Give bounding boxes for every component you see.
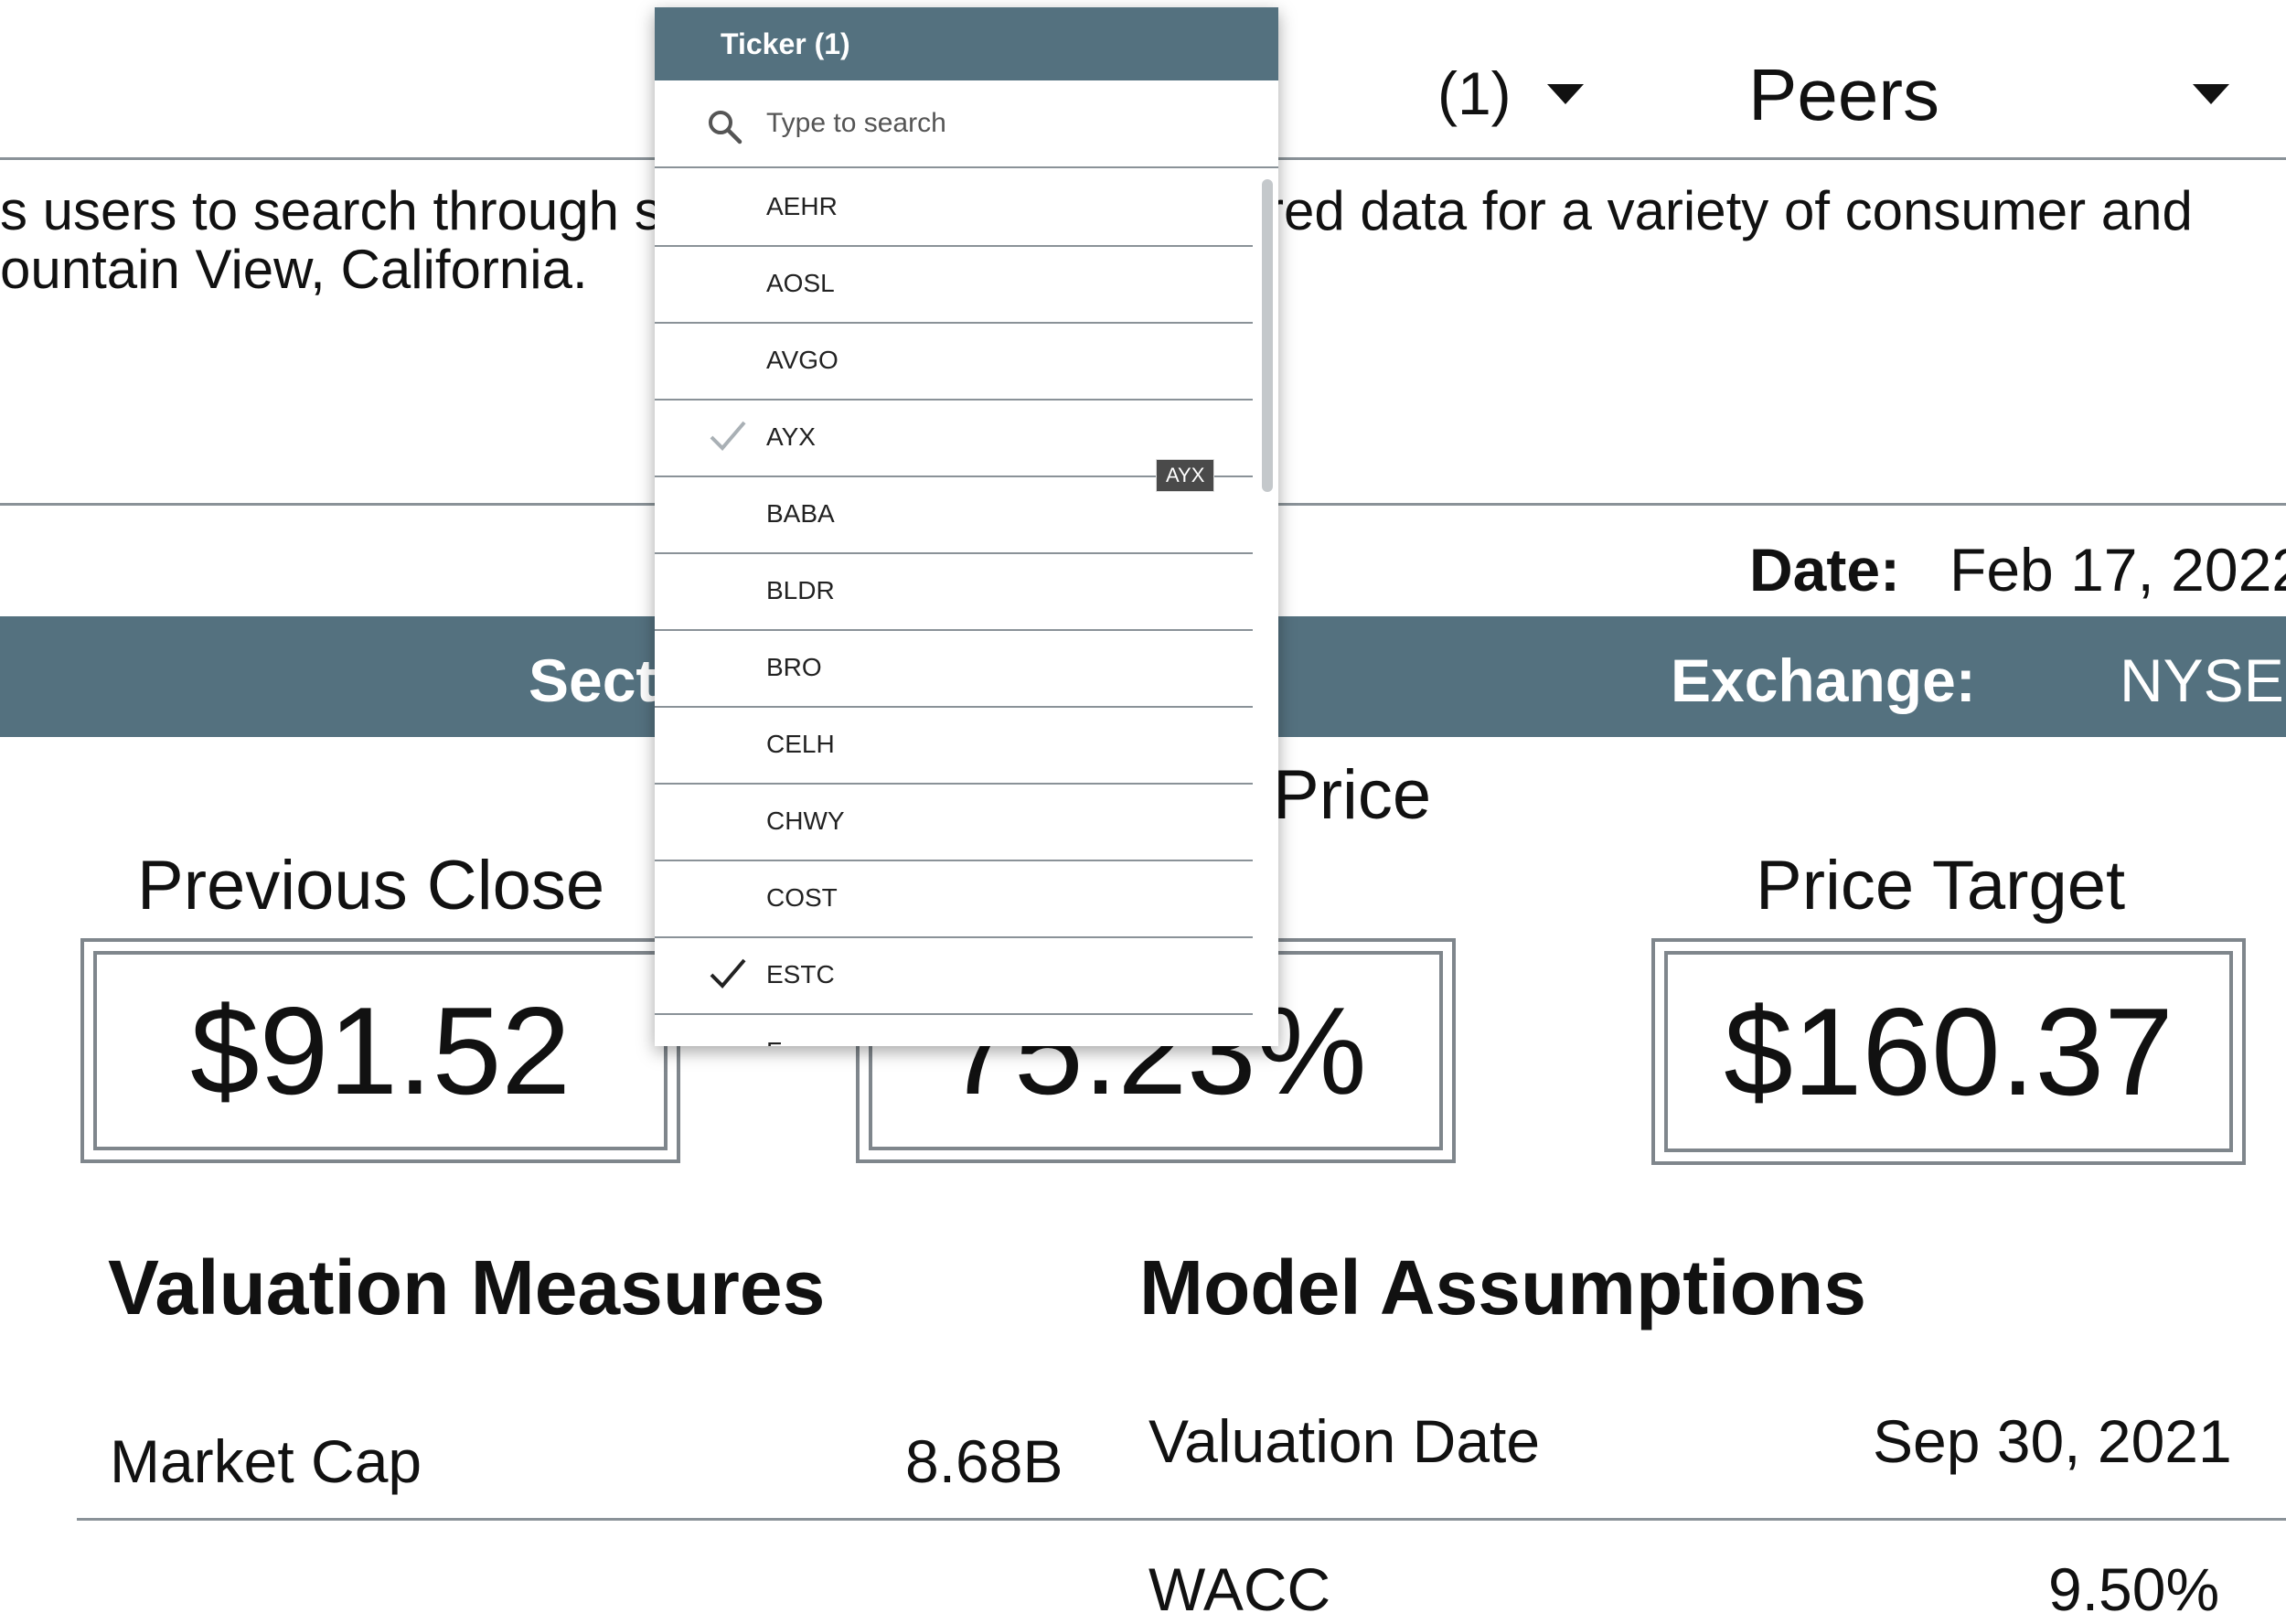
ticker-option[interactable]: CHWY (655, 785, 1253, 861)
checkmark-icon (710, 421, 746, 451)
ticker-option[interactable]: COST (655, 861, 1253, 938)
ticker-option-label: AEHR (766, 192, 838, 220)
ticker-tooltip: AYX (1156, 459, 1215, 492)
ticker-option-label: AOSL (766, 269, 835, 297)
exchange-value: NYSE (2120, 646, 2284, 714)
price-target-card: $160.37 (1651, 938, 2246, 1165)
previous-close-value: $91.52 (190, 981, 571, 1120)
ticker-option-label: BLDR (766, 576, 835, 604)
ticker-option-label: CHWY (766, 807, 845, 835)
ticker-list-scroll-thumb[interactable] (1262, 179, 1273, 492)
ticker-option[interactable]: CELH (655, 708, 1253, 785)
ticker-dropdown-title: Ticker (1) (721, 27, 850, 60)
ticker-option-label: AYX (766, 422, 816, 451)
ticker-option[interactable]: BLDR (655, 554, 1253, 631)
peers-filter-label[interactable]: Peers (1748, 53, 1939, 137)
ticker-search-input[interactable] (766, 102, 1242, 144)
ticker-option-list[interactable]: AEHR AOSL AVGO AYX BABA BLDR BRO CELH CHWY COST ES… (655, 170, 1253, 1046)
middle-metric-label: Price (1273, 756, 1432, 834)
market-cap-value: 8.68B (905, 1427, 1063, 1495)
ticker-option-label: F (766, 1037, 782, 1046)
description-line-1-left: s users to search through s (0, 180, 662, 241)
ticker-option[interactable]: AOSL (655, 247, 1253, 324)
date-label: Date: (1749, 536, 1901, 604)
wacc-value: 9.50% (2048, 1555, 2220, 1623)
valuation-date-label: Valuation Date (1148, 1407, 1541, 1475)
price-target-value: $160.37 (1724, 982, 2174, 1121)
ticker-option-label: ESTC (766, 960, 835, 988)
ticker-option-label: COST (766, 883, 838, 912)
valuation-measures-title: Valuation Measures (108, 1245, 826, 1330)
ticker-option-label: AVGO (766, 346, 839, 374)
ticker-option[interactable]: BRO (655, 631, 1253, 708)
date-value: Feb 17, 2022 (1950, 536, 2286, 604)
ticker-option-label: BRO (766, 653, 822, 681)
exchange-label: Exchange: (1671, 646, 1976, 714)
market-cap-label: Market Cap (110, 1427, 422, 1495)
ticker-option[interactable]: ESTC (655, 938, 1253, 1015)
valuation-row-divider (77, 1518, 2286, 1521)
ticker-option-label: BABA (766, 499, 835, 528)
ticker-option[interactable]: AEHR (655, 170, 1253, 247)
ticker-option[interactable]: F (655, 1015, 1253, 1046)
ticker-filter-count[interactable]: (1) (1437, 59, 1512, 128)
wacc-label: WACC (1148, 1555, 1331, 1623)
description-line-2: ountain View, California. (0, 239, 588, 300)
valuation-date-value: Sep 30, 2021 (1873, 1407, 2232, 1475)
ticker-dropdown[interactable]: Ticker (1) AEHR AOSL AVGO AYX BABA BLDR BRO CEL… (655, 7, 1278, 1046)
sector-label: Sect (529, 646, 657, 714)
ticker-option-label: CELH (766, 730, 835, 758)
checkmark-icon (710, 958, 746, 988)
model-assumptions-title: Model Assumptions (1139, 1245, 1866, 1330)
previous-close-label: Previous Close (137, 847, 605, 924)
description-line-1-right: red data for a variety of consumer and (1266, 180, 2193, 241)
price-target-label: Price Target (1756, 847, 2126, 924)
ticker-option[interactable]: AVGO (655, 324, 1253, 401)
peers-chevron-down-icon[interactable] (2193, 84, 2229, 104)
ticker-dropdown-header: Ticker (1) (655, 7, 1278, 80)
search-icon (709, 111, 742, 144)
previous-close-card: $91.52 (80, 938, 680, 1163)
ticker-chevron-down-icon[interactable] (1547, 84, 1584, 104)
ticker-search-box[interactable] (655, 80, 1278, 168)
